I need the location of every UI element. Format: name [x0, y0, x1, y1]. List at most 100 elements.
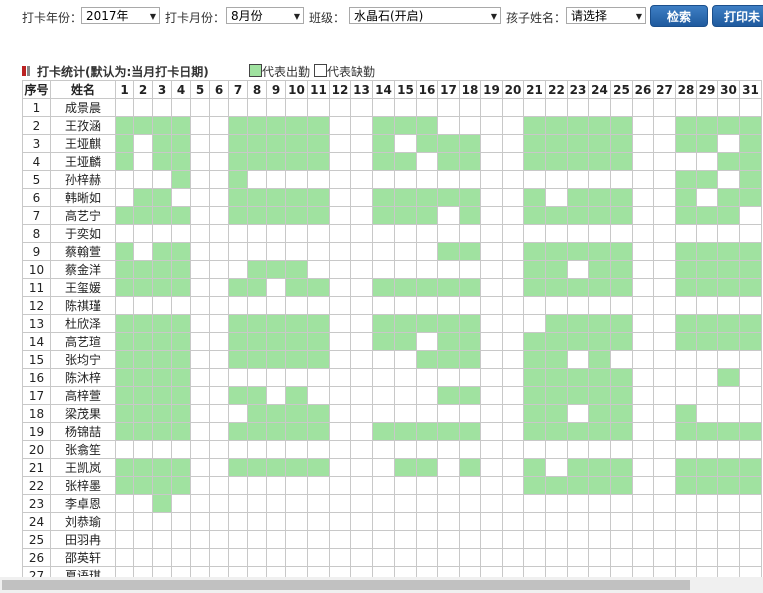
attendance-cell-absent: [394, 548, 417, 567]
attendance-cell-absent: [394, 530, 417, 549]
attendance-cell-absent: [610, 530, 633, 549]
year-select[interactable]: 2017年 ▼: [81, 7, 160, 24]
attendance-cell-absent: [307, 170, 330, 189]
attendance-cell-present: [152, 404, 172, 423]
attendance-cell-absent: [653, 242, 676, 261]
attendance-cell-absent: [372, 368, 395, 387]
row-index: 1: [22, 98, 51, 117]
attendance-cell-absent: [394, 476, 417, 495]
attendance-cell-present: [610, 386, 633, 405]
attendance-cell-present: [675, 170, 697, 189]
attendance-cell-absent: [228, 548, 248, 567]
attendance-cell-absent: [228, 530, 248, 549]
attendance-cell-present: [285, 134, 308, 153]
attendance-cell-absent: [329, 188, 351, 207]
attendance-cell-absent: [285, 494, 308, 513]
attendance-cell-present: [696, 476, 718, 495]
attendance-cell-present: [152, 260, 172, 279]
search-button[interactable]: 检索: [650, 5, 708, 27]
attendance-cell-present: [133, 404, 153, 423]
table-row: 8 于奕如: [22, 224, 762, 243]
attendance-cell-present: [588, 134, 611, 153]
attendance-cell-present: [588, 386, 611, 405]
chevron-down-icon: ▼: [490, 12, 497, 21]
table-row: 4 王垭麟: [22, 152, 762, 171]
attendance-cell-present: [437, 242, 460, 261]
attendance-cell-absent: [632, 314, 654, 333]
attendance-cell-present: [171, 134, 191, 153]
attendance-cell-present: [523, 332, 546, 351]
attendance-cell-absent: [545, 530, 568, 549]
attendance-cell-absent: [285, 476, 308, 495]
attendance-cell-present: [266, 116, 286, 135]
attendance-cell-present: [437, 314, 460, 333]
attendance-cell-absent: [567, 224, 589, 243]
attendance-cell-present: [171, 422, 191, 441]
section-title: 打卡统计(默认为:当月打卡日期): [37, 65, 209, 79]
attendance-cell-absent: [437, 296, 460, 315]
attendance-cell-absent: [394, 386, 417, 405]
attendance-cell-present: [228, 422, 248, 441]
attendance-cell-absent: [247, 440, 267, 459]
attendance-cell-absent: [717, 350, 740, 369]
attendance-cell-present: [247, 134, 267, 153]
attendance-cell-absent: [675, 350, 697, 369]
attendance-cell-absent: [459, 224, 481, 243]
attendance-cell-absent: [545, 170, 568, 189]
month-select-value: 8月份: [231, 9, 263, 23]
attendance-cell-absent: [209, 152, 229, 171]
attendance-cell-present: [545, 206, 568, 225]
day-header: 28: [675, 80, 697, 99]
attendance-cell-absent: [675, 224, 697, 243]
year-select-value: 2017年: [86, 9, 129, 23]
attendance-cell-absent: [653, 350, 676, 369]
attendance-cell-present: [394, 278, 417, 297]
attendance-cell-present: [545, 476, 568, 495]
attendance-cell-present: [545, 386, 568, 405]
attendance-cell-absent: [350, 134, 373, 153]
attendance-cell-absent: [480, 476, 503, 495]
table-row: 13 杜欣泽: [22, 314, 762, 333]
attendance-cell-present: [416, 422, 438, 441]
attendance-cell-present: [588, 278, 611, 297]
attendance-cell-present: [394, 314, 417, 333]
row-index: 9: [22, 242, 51, 261]
attendance-cell-absent: [610, 548, 633, 567]
attendance-cell-present: [152, 332, 172, 351]
attendance-cell-absent: [416, 386, 438, 405]
attendance-cell-absent: [632, 476, 654, 495]
attendance-cell-absent: [329, 350, 351, 369]
attendance-cell-present: [152, 314, 172, 333]
attendance-cell-absent: [653, 314, 676, 333]
row-index: 15: [22, 350, 51, 369]
month-select[interactable]: 8月份 ▼: [226, 7, 304, 24]
attendance-cell-absent: [523, 512, 546, 531]
class-select[interactable]: 水晶石(开启) ▼: [349, 7, 501, 24]
attendance-cell-absent: [329, 242, 351, 261]
attendance-cell-absent: [350, 350, 373, 369]
attendance-cell-absent: [610, 512, 633, 531]
attendance-cell-present: [523, 386, 546, 405]
attendance-cell-absent: [416, 224, 438, 243]
attendance-cell-absent: [459, 116, 481, 135]
attendance-cell-present: [717, 422, 740, 441]
day-header: 16: [416, 80, 438, 99]
attendance-cell-present: [152, 422, 172, 441]
attendance-cell-absent: [480, 116, 503, 135]
day-header: 20: [502, 80, 524, 99]
print-button[interactable]: 打印未: [712, 5, 763, 27]
scrollbar-thumb[interactable]: [2, 580, 690, 590]
child-select[interactable]: 请选择 ▼: [566, 7, 646, 24]
attendance-cell-absent: [350, 332, 373, 351]
attendance-cell-absent: [372, 224, 395, 243]
attendance-cell-absent: [480, 512, 503, 531]
attendance-cell-present: [266, 458, 286, 477]
day-header: 27: [653, 80, 676, 99]
attendance-cell-absent: [266, 278, 286, 297]
attendance-cell-absent: [394, 296, 417, 315]
attendance-cell-absent: [675, 530, 697, 549]
attendance-cell-present: [266, 206, 286, 225]
horizontal-scrollbar[interactable]: [0, 577, 763, 593]
attendance-cell-absent: [416, 494, 438, 513]
attendance-cell-present: [247, 350, 267, 369]
